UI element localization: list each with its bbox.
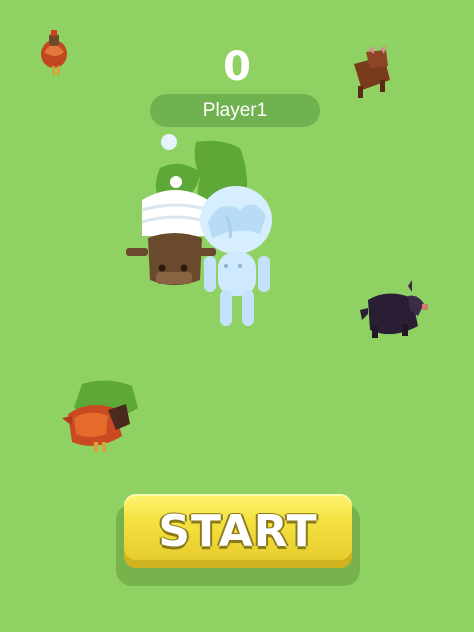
start-button-wrapper: START xyxy=(116,492,360,586)
start-button[interactable]: START xyxy=(124,494,352,568)
bull-icon xyxy=(360,280,428,338)
player-name-tag: Player1 xyxy=(150,94,320,127)
hen-icon xyxy=(41,30,67,75)
game-field: 0 Player1 START xyxy=(0,0,474,632)
player-character xyxy=(200,186,272,326)
player-name-label: Player1 xyxy=(202,99,268,121)
boar-icon xyxy=(354,46,390,98)
rooster-icon xyxy=(62,404,130,452)
